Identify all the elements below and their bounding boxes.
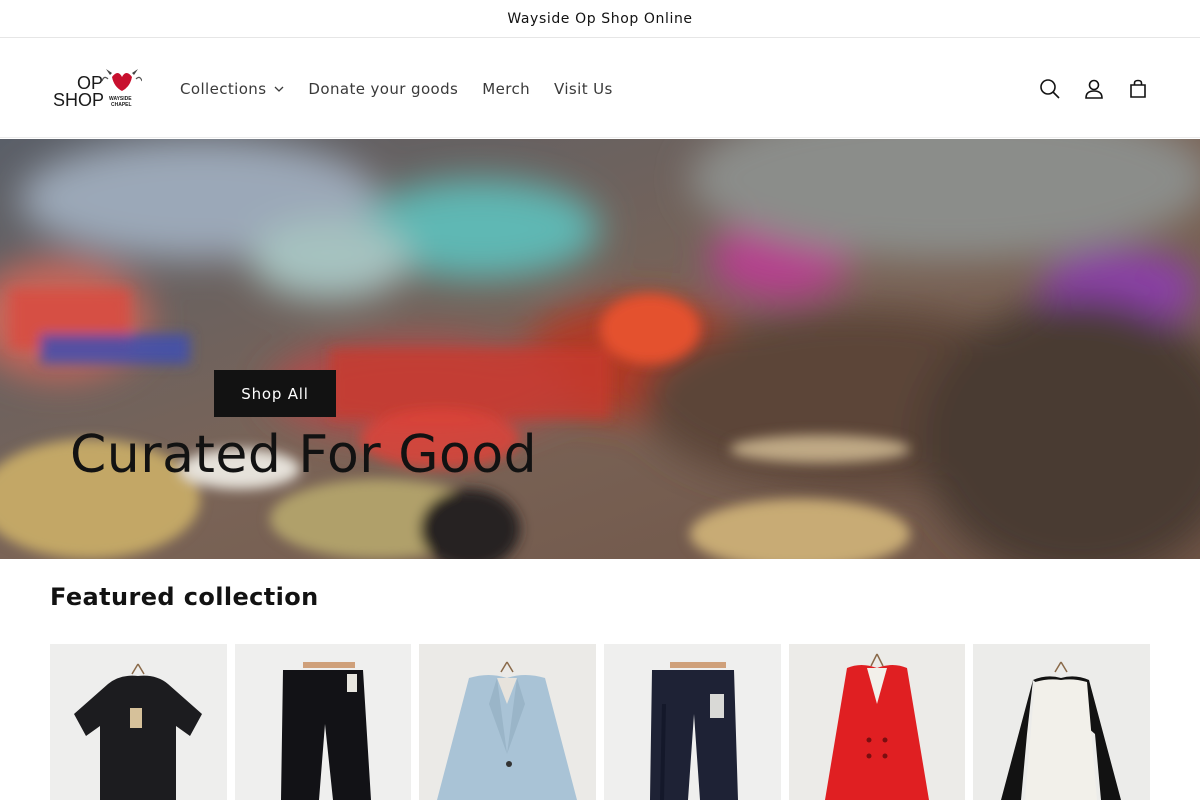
product-image-polo [50,644,227,800]
product-card[interactable] [788,644,966,800]
product-image-trousers [604,644,781,800]
main-nav: Collections Donate your goods Merch Visi… [168,39,625,138]
nav-item-label: Visit Us [554,79,613,98]
chevron-down-icon [274,84,284,94]
cart-button[interactable] [1122,73,1154,105]
announcement-text: Wayside Op Shop Online [507,10,693,27]
product-image-jeans [234,644,412,800]
nav-item-label: Collections [180,79,267,98]
cart-icon [1130,79,1146,98]
nav-item-label: Donate your goods [308,79,459,98]
product-card[interactable] [604,644,781,800]
nav-item-visit-us[interactable]: Visit Us [542,69,625,109]
product-card[interactable] [973,644,1151,800]
featured-collection-title: Featured collection [50,583,319,611]
product-image-red-blazer [788,644,966,800]
nav-item-label: Merch [482,79,531,98]
product-card[interactable] [50,644,227,800]
nav-item-donate[interactable]: Donate your goods [296,69,470,109]
product-image-blazer [419,644,597,800]
search-button[interactable] [1034,73,1066,105]
site-logo[interactable]: OP SHOP WAYSIDE CHAPEL [50,67,143,111]
account-icon [1085,79,1103,99]
header-icons [1034,39,1154,138]
shop-all-button[interactable]: Shop All [214,370,336,417]
product-grid [50,644,1151,800]
logo-emblem-icon [101,69,143,91]
logo-text-shop: SHOP [53,90,104,110]
hero-background-image [0,139,1200,559]
hero-banner: Curated For Good [0,139,1200,559]
account-button[interactable] [1078,73,1110,105]
product-card[interactable] [234,644,412,800]
nav-item-merch[interactable]: Merch [470,69,542,109]
announcement-bar: Wayside Op Shop Online [0,0,1200,38]
product-image-raglan [973,644,1151,800]
nav-item-collections[interactable]: Collections [168,69,296,109]
product-card[interactable] [419,644,597,800]
site-header: OP SHOP WAYSIDE CHAPEL Collections Donat… [0,39,1200,138]
search-icon [1040,78,1060,99]
svg-text:CHAPEL: CHAPEL [111,102,132,108]
hero-title: Curated For Good [70,425,538,485]
